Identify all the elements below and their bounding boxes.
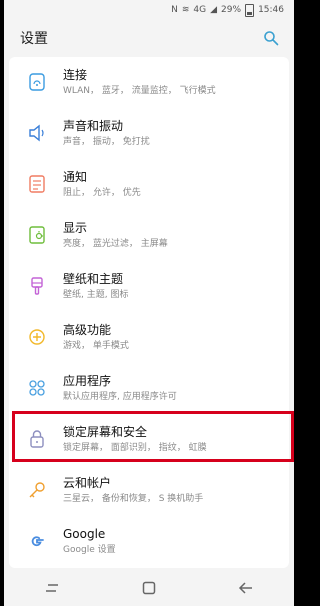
item-label: 声音和振动 [63,118,124,133]
sound-icon [17,122,57,144]
item-subtitle: 声音， 振动， 免打扰 [63,136,150,147]
settings-item-google[interactable]: Google Google 设置 [9,516,289,566]
status-bar: N ≋ 4G ◢ 29% 15:46 [4,0,294,20]
item-subtitle: 默认应用程序, 应用程序许可 [63,391,177,402]
notification-n-icon: N [171,5,178,15]
back-icon[interactable] [226,573,266,603]
wifi-icon: ≋ [181,5,190,15]
item-label: Google [63,526,106,541]
settings-item-sound[interactable]: 声音和振动 声音， 振动， 免打扰 [9,108,289,158]
recent-apps-icon[interactable] [32,573,72,603]
app-header: 设置 [4,20,294,56]
navigation-bar [4,570,294,606]
settings-item-apps[interactable]: 应用程序 默认应用程序, 应用程序许可 [9,363,289,413]
item-subtitle: 壁纸, 主题, 图标 [63,289,129,300]
item-label: 应用程序 [63,373,112,388]
display-icon [17,224,57,246]
settings-item-themes[interactable]: 壁纸和主题 壁纸, 主题, 图标 [9,261,289,311]
screen: N ≋ 4G ◢ 29% 15:46 设置 连接 WLAN， 蓝牙， 流量监控，… [4,0,294,606]
item-subtitle: 亮度， 蓝光过滤， 主屏幕 [63,238,168,249]
battery-percent: 29% [221,5,242,15]
item-subtitle: 三星云， 备份和恢复， S 换机助手 [63,493,204,504]
settings-item-connections[interactable]: 连接 WLAN， 蓝牙， 流量监控， 飞行模式 [9,57,289,107]
item-label: 云和帐户 [63,475,112,490]
item-label: 壁纸和主题 [63,271,124,286]
settings-list: 连接 WLAN， 蓝牙， 流量监控， 飞行模式 声音和振动 声音， 振动， 免打… [9,57,289,568]
item-label: 通知 [63,169,88,184]
item-label: 高级功能 [63,322,112,337]
item-subtitle: WLAN， 蓝牙， 流量监控， 飞行模式 [63,85,216,96]
theme-icon [17,275,57,297]
item-label: 显示 [63,220,88,235]
home-icon[interactable] [129,573,169,603]
page-title: 设置 [20,31,48,47]
notification-icon [17,173,57,195]
key-icon [17,479,57,501]
battery-icon [245,3,255,17]
advanced-icon [17,326,57,348]
google-icon [17,530,57,552]
clock: 15:46 [258,5,284,15]
settings-item-notifications[interactable]: 通知 阻止， 允许， 优先 [9,159,289,209]
connection-icon [17,71,57,93]
signal-label: 4G [193,5,207,15]
item-subtitle: 游戏， 单手模式 [63,340,129,351]
item-subtitle: Google 设置 [63,544,116,555]
settings-item-advanced[interactable]: 高级功能 游戏， 单手模式 [9,312,289,362]
apps-icon [17,377,57,399]
settings-item-cloud-accounts[interactable]: 云和帐户 三星云， 备份和恢复， S 换机助手 [9,465,289,515]
cell-signal-icon: ◢ [210,5,218,15]
settings-item-display[interactable]: 显示 亮度， 蓝光过滤， 主屏幕 [9,210,289,260]
item-label: 连接 [63,67,88,82]
search-icon[interactable] [262,29,280,47]
item-subtitle: 阻止， 允许， 优先 [63,187,141,198]
highlight-box [12,411,294,462]
